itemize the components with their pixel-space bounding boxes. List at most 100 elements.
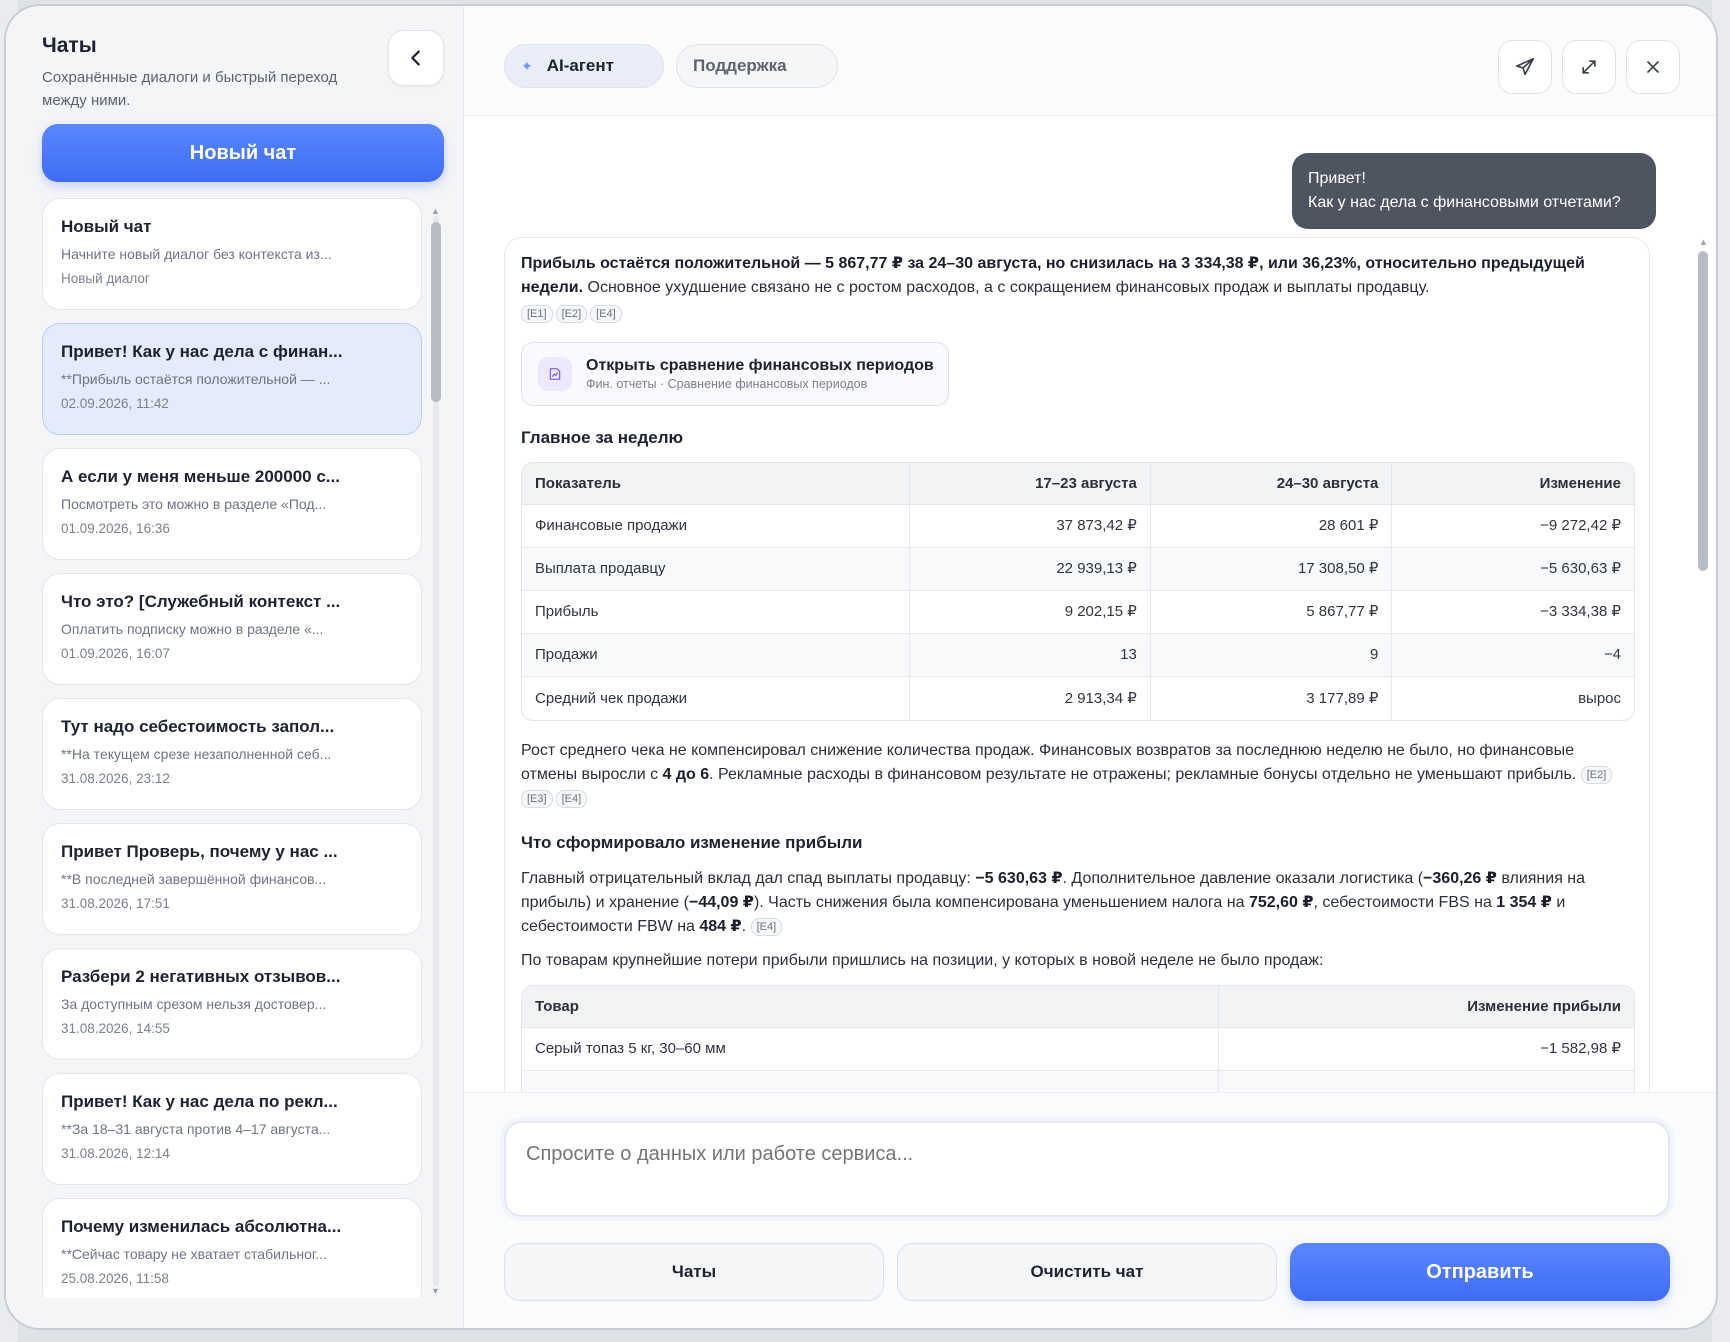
table-cell: Средний чек продажи [522,677,911,720]
chat-item-date: 02.09.2026, 11:42 [61,396,169,411]
section-heading: Что сформировало изменение прибыли [521,833,863,852]
answer-paragraph: Главный отрицательный вклад дал спад вып… [521,867,1633,939]
expand-button[interactable] [1562,40,1616,94]
clear-chat-button[interactable]: Очистить чат [897,1243,1277,1301]
paragraph-text: Главный отрицательный вклад дал спад вып… [521,870,976,887]
chat-list-item[interactable]: Привет! Как у нас дела по рекл... **За 18… [42,1073,422,1185]
chat-item-title: Что это? [Служебный контекст ... [61,592,341,611]
table-row: Серый топаз 5 кг, 30–60 мм −1 582,98 ₽ [522,1028,1634,1071]
chat-item-preview: **На текущем срезе незаполненной себ... [61,746,332,762]
table-cell: 5 867,77 ₽ [1150,591,1393,634]
chat-item-preview: **Прибыль остаётся положительной — ... [61,371,331,387]
scroll-down-arrow[interactable]: ▼ [431,1286,440,1296]
chat-item-preview: Начните новый диалог без контекста из... [61,246,332,262]
paper-plane-icon [1515,57,1535,76]
evidence-ref-badge[interactable]: [E4] [555,789,588,808]
chats-button[interactable]: Чаты [504,1243,884,1301]
chat-item-title: Новый чат [61,217,152,236]
table-row: Финансовые продажи 37 873,42 ₽28 601 ₽ −9 … [522,505,1634,548]
table-header-cell: Показатель [522,463,911,505]
evidence-ref-badge[interactable]: [E2] [1580,765,1613,784]
chat-item-date: 31.08.2026, 17:51 [61,896,170,911]
paragraph-text: , себестоимости FBS на [1313,894,1497,911]
chat-item-title: А если у меня меньше 200000 с... [61,467,340,486]
table-header-cell: Товар [522,986,1219,1028]
table-cell: 9 [1150,634,1393,677]
paragraph-bold: 1 354 ₽ [1496,894,1552,911]
table-cell: −9 272,42 ₽ [1392,505,1634,548]
chat-item-title: Привет! Как у нас дела с финан... [61,342,343,361]
answer-intro: Прибыль остаётся положительной — 5 867,7… [521,252,1633,300]
close-icon [1647,61,1659,73]
answer-paragraph: По товарам крупнейшие потери прибыли при… [521,952,1324,969]
chevron-left-icon [411,50,420,66]
table-cell: Финансовые продажи [522,505,911,548]
open-period-comparison-link[interactable]: Открыть сравнение финансовых периодов Фи… [521,342,949,406]
chat-list-item[interactable]: Привет Проверь, почему у нас ... **В посл… [42,823,422,935]
chat-list-item[interactable]: Что это? [Служебный контекст ... Оплатить… [42,573,422,685]
paragraph-text: ). Часть снижения была компенсирована ум… [753,894,1249,911]
chat-item-preview: **В последней завершённой финансов... [61,871,327,887]
evidence-ref-badge[interactable]: [E1] [521,304,553,323]
sidebar-title: Чаты [42,34,97,57]
paragraph-bold: −5 630,63 ₽ [975,870,1063,887]
chat-list-item[interactable]: Разбери 2 негативных отзывов... За доступ… [42,948,422,1060]
sidebar-scrollbar[interactable]: ▲ ▼ [430,206,442,1296]
tab-support[interactable]: Поддержка [676,44,838,88]
tab-ai-agent[interactable]: ✦ AI-агент [504,44,664,88]
tab-support-label: Поддержка [693,56,787,75]
evidence-ref-badge[interactable]: [E4] [590,304,622,323]
chat-list-item[interactable]: Тут надо себестоимость запол... **На теку… [42,698,422,810]
table-cell: Продажи [522,634,911,677]
evidence-ref-badge[interactable]: [E2] [555,304,588,323]
table-header-cell: Изменение прибыли [1218,986,1634,1028]
paragraph-bold: 484 ₽ [699,918,742,935]
collapse-sidebar-button[interactable] [388,30,444,86]
weekly-summary-table: Показатель 17–23 августа 24–30 августа Изме… [521,462,1635,721]
paragraph-text: . [741,918,747,935]
telegram-button[interactable] [1498,40,1552,94]
table-cell: 37 873,42 ₽ [910,505,1151,548]
messages-scrollbar[interactable]: ▲ ▼ [1696,237,1710,1092]
paragraph-bold: 4 до 6 [662,766,710,783]
table-header-cell: 17–23 августа [910,463,1151,505]
product-profit-table: Товар Изменение прибыли Серый топаз 5 кг, … [521,985,1635,1092]
chat-list-item[interactable]: Привет! Как у нас дела с финан... **Прибы… [42,323,422,435]
evidence-ref-badge[interactable]: [E3] [521,789,553,808]
chat-window: Чаты Сохранённые диалоги и быстрый перех… [6,6,1716,1328]
chat-item-title: Тут надо себестоимость запол... [61,717,335,736]
message-input[interactable] [504,1121,1670,1217]
chat-list: Новый чат Начните новый диалог без контек… [42,198,422,1298]
chat-item-preview: **Сейчас товару не хватает стабильног... [61,1246,327,1262]
send-button[interactable]: Отправить [1290,1243,1670,1301]
chat-list-item[interactable]: Новый чат Начните новый диалог без контек… [42,198,422,310]
chat-item-title: Привет! Как у нас дела по рекл... [61,1092,338,1111]
composer-area: Чаты Очистить чат Отправить [464,1092,1716,1328]
scrollbar-thumb[interactable] [1698,251,1708,571]
table-row: Средний чек продажи 2 913,34 ₽3 177,89 ₽ в… [522,677,1634,720]
expand-icon [1582,60,1596,74]
paragraph-text: . Дополнительное давление оказали логист… [1062,870,1424,887]
paragraph-bold: −44,09 ₽ [688,894,754,911]
new-chat-button[interactable]: Новый чат [42,124,444,182]
table-cell [1218,1071,1634,1092]
scroll-up-arrow[interactable]: ▲ [431,206,440,216]
table-cell: Выплата продавцу [522,548,911,591]
report-icon [538,357,572,391]
evidence-ref-badge[interactable]: [E4] [750,917,783,936]
paragraph-bold: −360,26 ₽ [1423,870,1497,887]
chat-list-item[interactable]: А если у меня меньше 200000 с... Посмотре… [42,448,422,560]
scroll-up-arrow[interactable]: ▲ [1699,237,1708,247]
chat-item-title: Почему изменилась абсолютна... [61,1217,342,1236]
table-cell: 9 202,15 ₽ [910,591,1151,634]
scrollbar-thumb[interactable] [431,222,441,402]
table-row: Продажи 13 9 −4 [522,634,1634,677]
table-cell: вырос [1578,689,1621,707]
table-cell: −3 334,38 ₽ [1392,591,1634,634]
chat-list-item[interactable]: Почему изменилась абсолютна... **Сейчас т… [42,1198,422,1298]
table-cell: 28 601 ₽ [1150,505,1393,548]
close-button[interactable] [1626,40,1680,94]
table-cell: −1 582,98 ₽ [1218,1028,1634,1071]
table-cell: −5 630,63 ₽ [1392,548,1634,591]
answer-intro-text: Основное ухудшение связано не с ростом р… [583,279,1430,296]
